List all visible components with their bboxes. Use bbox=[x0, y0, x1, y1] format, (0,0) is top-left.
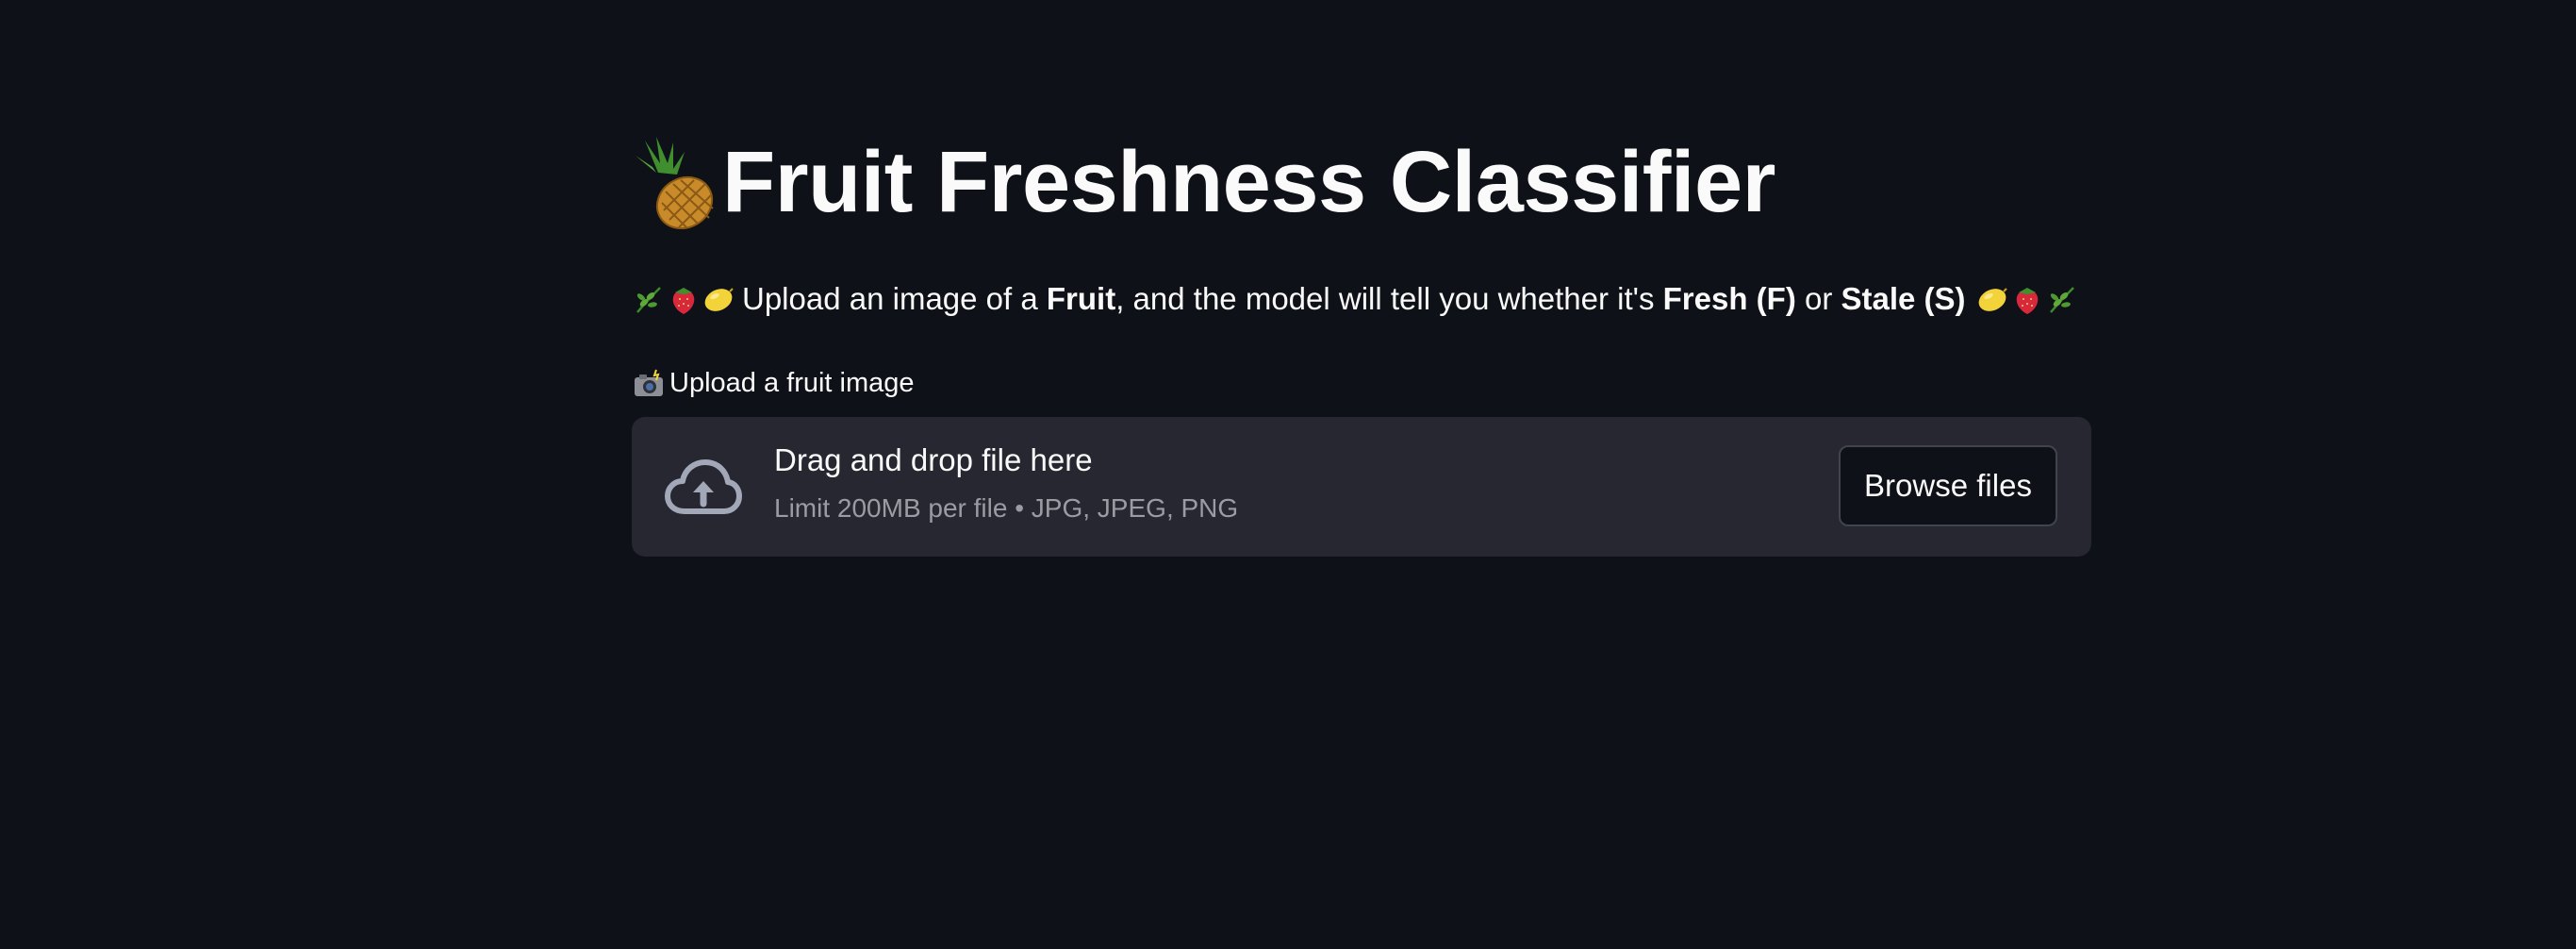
strawberry-icon bbox=[2010, 282, 2044, 316]
page-title-text: Fruit Freshness Classifier bbox=[722, 134, 1775, 230]
intro-sentence: Upload an image of a Fruit, and the mode… bbox=[742, 281, 1966, 317]
camera-flash-icon bbox=[632, 367, 664, 399]
lemon-icon bbox=[1975, 282, 2009, 316]
intro-part3: or bbox=[1795, 281, 1841, 316]
lemon-icon bbox=[702, 282, 735, 316]
strawberry-icon bbox=[667, 282, 701, 316]
herb-icon bbox=[632, 282, 666, 316]
file-dropzone[interactable]: Drag and drop file here Limit 200MB per … bbox=[632, 417, 2091, 557]
uploader-label-text: Upload a fruit image bbox=[669, 367, 915, 398]
intro-part2: , and the model will tell you whether it… bbox=[1115, 281, 1663, 316]
page-title: Fruit Freshness Classifier bbox=[632, 130, 1775, 234]
dropzone-title: Drag and drop file here bbox=[774, 442, 1093, 477]
uploader-label: Upload a fruit image bbox=[632, 364, 915, 402]
intro-bold-stale: Stale (S) bbox=[1841, 281, 1966, 316]
pineapple-icon bbox=[632, 135, 722, 230]
dropzone-hint: Limit 200MB per file • JPG, JPEG, PNG bbox=[774, 493, 1239, 523]
browse-files-button[interactable]: Browse files bbox=[1839, 445, 2057, 526]
intro-bold-fresh: Fresh (F) bbox=[1662, 281, 1796, 316]
intro-part1: Upload an image of a bbox=[742, 281, 1047, 316]
herb-icon bbox=[2045, 282, 2079, 316]
intro-text: Upload an image of a Fruit, and the mode… bbox=[632, 275, 2080, 323]
cloud-upload-icon bbox=[665, 459, 742, 514]
intro-bold-fruit: Fruit bbox=[1046, 281, 1116, 316]
